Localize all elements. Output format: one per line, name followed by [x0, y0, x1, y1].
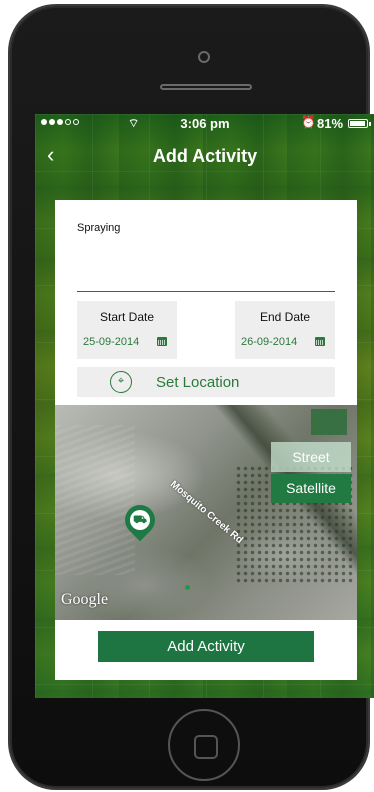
camera-icon: [198, 51, 210, 63]
road-label: Mosquito Creek Rd: [167, 479, 245, 547]
activity-name-value: Spraying: [77, 222, 121, 234]
battery-percentage: 81%: [317, 116, 344, 131]
phone-frame: ⌔ 3:06 pm ⏰ 81% ‹ Add Activity Spraying …: [10, 6, 374, 788]
satellite-map[interactable]: Mosquito Creek Rd Street Satellite ⛟ Goo…: [55, 405, 357, 620]
app-screen: ⌔ 3:06 pm ⏰ 81% ‹ Add Activity Spraying …: [35, 114, 374, 698]
home-button[interactable]: [168, 709, 240, 781]
activity-name-field[interactable]: Spraying: [77, 222, 335, 292]
map-pin-icon: ⌖: [110, 371, 132, 393]
satellite-map-button[interactable]: Satellite: [271, 474, 351, 503]
end-date-value: 26-09-2014: [241, 336, 298, 348]
google-logo: Google: [61, 591, 109, 608]
start-date-picker[interactable]: Start Date 25-09-2014: [77, 301, 177, 359]
map-type-icon: [311, 409, 347, 435]
start-date-label: Start Date: [99, 310, 155, 324]
speaker-grille: [160, 84, 252, 90]
calendar-icon: [315, 337, 325, 346]
start-date-value: 25-09-2014: [83, 336, 140, 348]
alarm-icon: ⏰: [301, 115, 316, 129]
map-marker-dot: [185, 585, 190, 590]
street-map-button[interactable]: Street: [271, 442, 351, 472]
set-location-label: Set Location: [156, 374, 240, 391]
status-bar: ⌔ 3:06 pm ⏰ 81%: [35, 114, 374, 134]
page-title: Add Activity: [152, 146, 258, 166]
calendar-icon: [157, 337, 167, 346]
add-activity-button[interactable]: Add Activity: [98, 631, 314, 662]
tractor-icon: ⛟: [130, 510, 150, 530]
set-location-button[interactable]: ⌖ Set Location: [77, 367, 335, 397]
map-field-area: [55, 425, 135, 575]
end-date-picker[interactable]: End Date 26-09-2014: [235, 301, 335, 359]
battery-icon: [348, 119, 371, 128]
nav-bar: ‹ Add Activity: [35, 140, 374, 172]
activity-form-card: Spraying Start Date 25-09-2014 End Date …: [55, 200, 357, 680]
end-date-label: End Date: [259, 310, 311, 324]
